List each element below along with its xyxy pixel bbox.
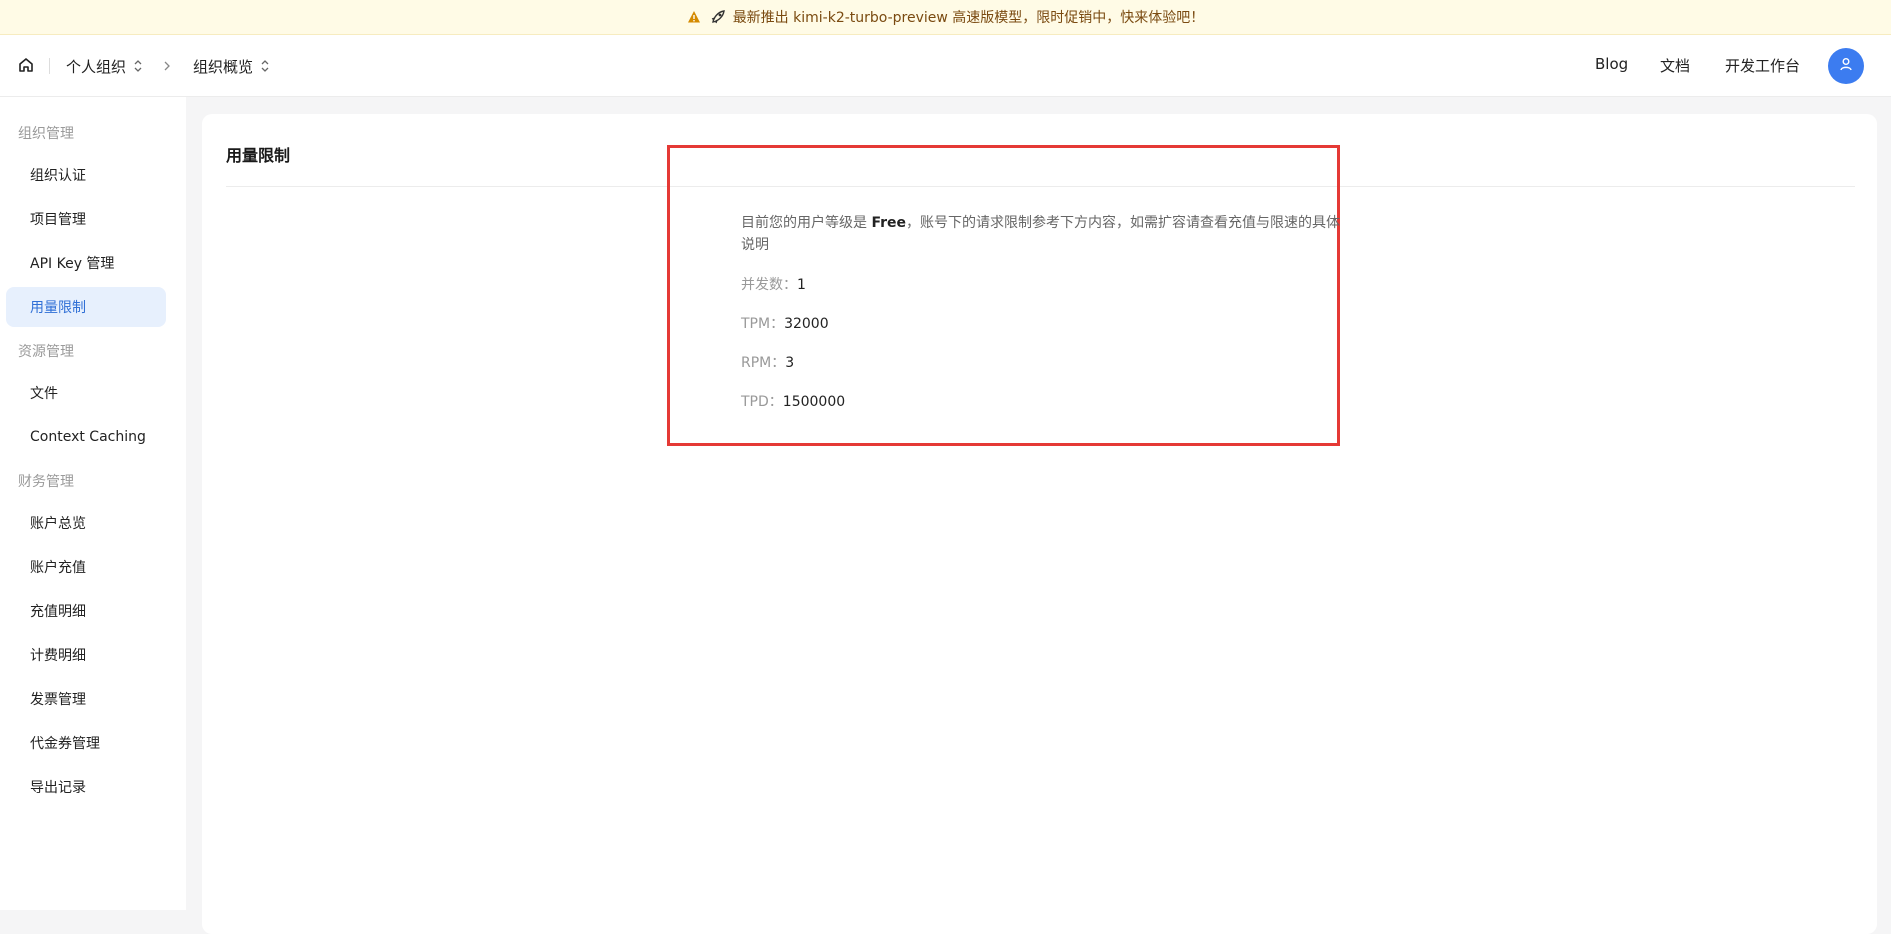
rocket-icon bbox=[709, 8, 727, 26]
page-switcher[interactable]: 组织概览 bbox=[193, 54, 271, 78]
sidebar-item-recharge-details[interactable]: 充值明细 bbox=[6, 591, 166, 631]
limit-concurrency: 并发数：1 bbox=[741, 274, 806, 294]
limit-value: 32000 bbox=[784, 316, 829, 332]
sidebar: 组织管理 组织认证 项目管理 API Key 管理 用量限制 资源管理 文件 C… bbox=[0, 97, 186, 910]
limit-label: TPD： bbox=[741, 394, 783, 410]
sidebar-item-projects[interactable]: 项目管理 bbox=[6, 199, 166, 239]
page-title: 用量限制 bbox=[226, 146, 291, 165]
sidebar-item-vouchers[interactable]: 代金券管理 bbox=[6, 723, 166, 763]
nav-workbench[interactable]: 开发工作台 bbox=[1725, 55, 1800, 76]
avatar[interactable] bbox=[1828, 48, 1864, 84]
limit-label: 并发数： bbox=[741, 277, 797, 293]
limit-label: TPM： bbox=[741, 316, 785, 332]
sidebar-item-recharge[interactable]: 账户充值 bbox=[6, 547, 166, 587]
org-name: 个人组织 bbox=[66, 57, 127, 76]
home-icon[interactable] bbox=[17, 56, 35, 74]
user-icon bbox=[1838, 56, 1854, 76]
divider bbox=[49, 58, 50, 74]
sidebar-item-account-overview[interactable]: 账户总览 bbox=[6, 503, 166, 543]
nav-blog[interactable]: Blog bbox=[1595, 55, 1628, 73]
limit-tpd: TPD：1500000 bbox=[741, 391, 845, 411]
updown-icon bbox=[259, 59, 271, 73]
tier-description: 目前您的用户等级是 Free，账号下的请求限制参考下方内容，如需扩容请查看充值与… bbox=[741, 212, 1341, 256]
page-name: 组织概览 bbox=[193, 57, 254, 76]
chevron-right-icon bbox=[161, 59, 173, 73]
limit-value: 1500000 bbox=[782, 394, 846, 410]
group-title-org: 组织管理 bbox=[18, 126, 74, 142]
top-bar: 个人组织 组织概览 Blog 文档 开发工作台 bbox=[0, 35, 1891, 97]
banner-text: 最新推出 kimi-k2-turbo-preview 高速版模型，限时促销中，快… bbox=[732, 10, 1205, 26]
tier-name: Free bbox=[871, 215, 907, 231]
warning-icon bbox=[687, 10, 701, 24]
limit-label: RPM： bbox=[741, 355, 786, 371]
group-title-resources: 资源管理 bbox=[18, 344, 74, 360]
sidebar-item-org-verify[interactable]: 组织认证 bbox=[6, 155, 166, 195]
sidebar-item-export-records[interactable]: 导出记录 bbox=[6, 767, 166, 807]
group-title-finance: 财务管理 bbox=[18, 474, 74, 490]
updown-icon bbox=[132, 59, 144, 73]
limit-value: 3 bbox=[785, 355, 795, 371]
sidebar-item-context-caching[interactable]: Context Caching bbox=[6, 417, 166, 457]
nav-docs[interactable]: 文档 bbox=[1660, 55, 1690, 76]
limit-rpm: RPM：3 bbox=[741, 352, 794, 372]
sidebar-item-api-keys[interactable]: API Key 管理 bbox=[6, 243, 166, 283]
promo-banner[interactable]: 最新推出 kimi-k2-turbo-preview 高速版模型，限时促销中，快… bbox=[0, 0, 1891, 35]
sidebar-item-invoices[interactable]: 发票管理 bbox=[6, 679, 166, 719]
limit-value: 1 bbox=[797, 277, 806, 293]
sidebar-item-usage-limits[interactable]: 用量限制 bbox=[6, 287, 166, 327]
sidebar-item-billing-details[interactable]: 计费明细 bbox=[6, 635, 166, 675]
desc-prefix: 目前您的用户等级是 bbox=[741, 215, 872, 231]
limit-tpm: TPM：32000 bbox=[741, 313, 829, 333]
sidebar-item-files[interactable]: 文件 bbox=[6, 373, 166, 413]
org-switcher[interactable]: 个人组织 bbox=[66, 54, 144, 78]
